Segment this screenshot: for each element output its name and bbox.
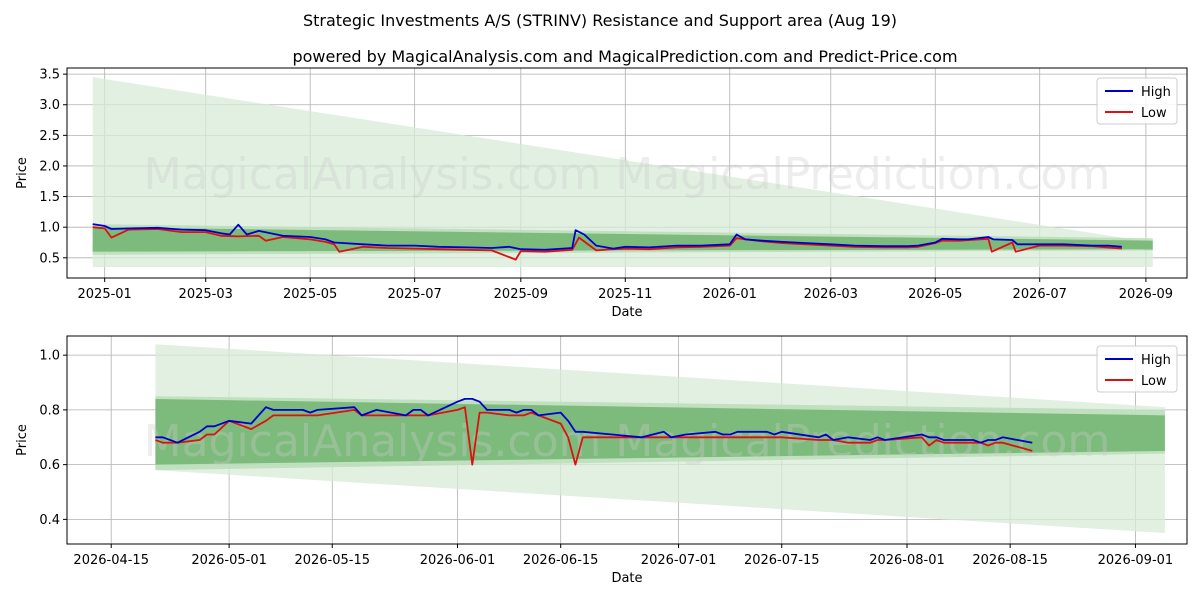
watermark: MagicalAnalysis.com MagicalPrediction.co… xyxy=(144,416,1111,467)
x-tick-label: 2026-05-15 xyxy=(294,553,370,568)
bottom-panel: MagicalAnalysis.com MagicalPrediction.co… xyxy=(15,335,1188,586)
y-tick-label: 3.0 xyxy=(39,98,60,113)
x-tick-label: 2025-03 xyxy=(179,287,233,302)
x-tick-label: 2025-11 xyxy=(598,287,652,302)
x-tick-label: 2026-05 xyxy=(908,287,962,302)
x-tick-label: 2026-07-15 xyxy=(744,553,820,568)
x-tick-label: 2025-07 xyxy=(387,287,441,302)
y-tick-label: 0.5 xyxy=(39,251,60,266)
y-tick-label: 1.0 xyxy=(39,349,60,364)
y-axis-label: Price xyxy=(15,424,30,456)
x-tick-label: 2025-01 xyxy=(78,287,132,302)
y-axis-label: Price xyxy=(15,157,30,189)
x-axis-label: Date xyxy=(611,305,642,320)
x-tick-label: 2026-04-15 xyxy=(73,553,149,568)
watermark: MagicalAnalysis.com MagicalPrediction.co… xyxy=(144,149,1111,200)
x-tick-label: 2026-06-15 xyxy=(523,553,599,568)
figure: Strategic Investments A/S (STRINV) Resis… xyxy=(15,11,1188,586)
x-tick-label: 2026-05-01 xyxy=(191,553,267,568)
legend-label-high: High xyxy=(1141,85,1171,100)
x-tick-label: 2026-07-01 xyxy=(641,553,717,568)
chart-subtitle: powered by MagicalAnalysis.com and Magic… xyxy=(292,47,957,66)
legend: High Low xyxy=(1096,345,1178,393)
y-tick-label: 3.5 xyxy=(39,68,60,83)
y-tick-label: 1.0 xyxy=(39,221,60,236)
legend-label-low: Low xyxy=(1141,106,1167,121)
y-tick-label: 2.5 xyxy=(39,129,60,144)
x-tick-label: 2026-06-01 xyxy=(420,553,496,568)
x-tick-label: 2026-09 xyxy=(1119,287,1173,302)
x-tick-label: 2025-09 xyxy=(494,287,548,302)
x-tick-label: 2026-09-01 xyxy=(1098,553,1174,568)
legend-label-high: High xyxy=(1141,353,1171,368)
y-tick-label: 2.0 xyxy=(39,159,60,174)
x-tick-label: 2026-07 xyxy=(1013,287,1067,302)
y-tick-label: 0.6 xyxy=(39,458,60,473)
x-tick-label: 2026-01 xyxy=(703,287,757,302)
x-axis-label: Date xyxy=(611,571,642,586)
x-tick-label: 2026-03 xyxy=(804,287,858,302)
x-tick-label: 2026-08-01 xyxy=(869,553,945,568)
legend: High Low xyxy=(1096,77,1178,125)
top-panel: MagicalAnalysis.com MagicalPrediction.co… xyxy=(15,67,1188,320)
x-tick-label: 2025-05 xyxy=(283,287,337,302)
y-tick-label: 1.5 xyxy=(39,190,60,205)
legend-label-low: Low xyxy=(1141,374,1167,389)
x-tick-label: 2026-08-15 xyxy=(972,553,1048,568)
chart-title: Strategic Investments A/S (STRINV) Resis… xyxy=(303,11,897,30)
y-tick-label: 0.8 xyxy=(39,403,60,418)
y-tick-label: 0.4 xyxy=(39,513,60,528)
